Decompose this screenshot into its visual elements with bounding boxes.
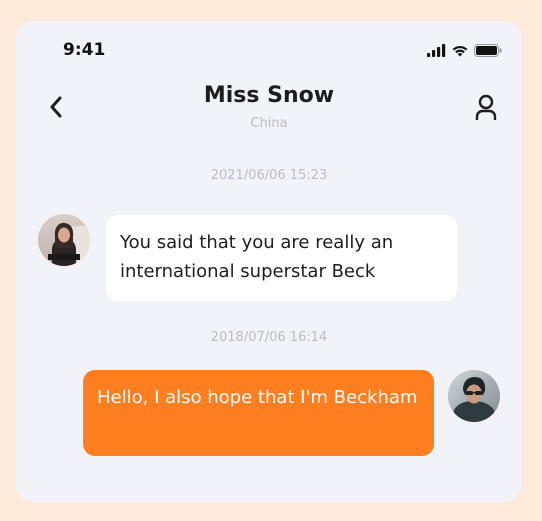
incoming-message-bubble[interactable]: You said that you are really an internat… bbox=[106, 215, 457, 301]
contact-name: Miss Snow bbox=[203, 83, 335, 108]
message-timestamp: 2021/06/06 15:23 bbox=[210, 168, 328, 183]
contact-avatar[interactable] bbox=[38, 214, 90, 266]
page-frame: 9:41 Miss Snow China 2021/06/06 15:23 Yo… bbox=[0, 0, 542, 521]
user-profile-icon bbox=[475, 94, 497, 120]
battery-icon bbox=[474, 43, 502, 57]
status-time: 9:41 bbox=[63, 40, 106, 60]
outgoing-message-bubble[interactable]: Hello, I also hope that I'm Beckham bbox=[83, 370, 434, 456]
message-timestamp: 2018/07/06 16:14 bbox=[210, 330, 328, 345]
wifi-icon bbox=[451, 44, 469, 57]
user-avatar[interactable] bbox=[448, 370, 500, 422]
phone-screen: 9:41 Miss Snow China 2021/06/06 15:23 Yo… bbox=[16, 21, 522, 502]
profile-button[interactable] bbox=[472, 93, 500, 121]
status-icons bbox=[427, 42, 502, 58]
cellular-signal-icon bbox=[427, 43, 446, 57]
contact-location: China bbox=[250, 116, 288, 131]
